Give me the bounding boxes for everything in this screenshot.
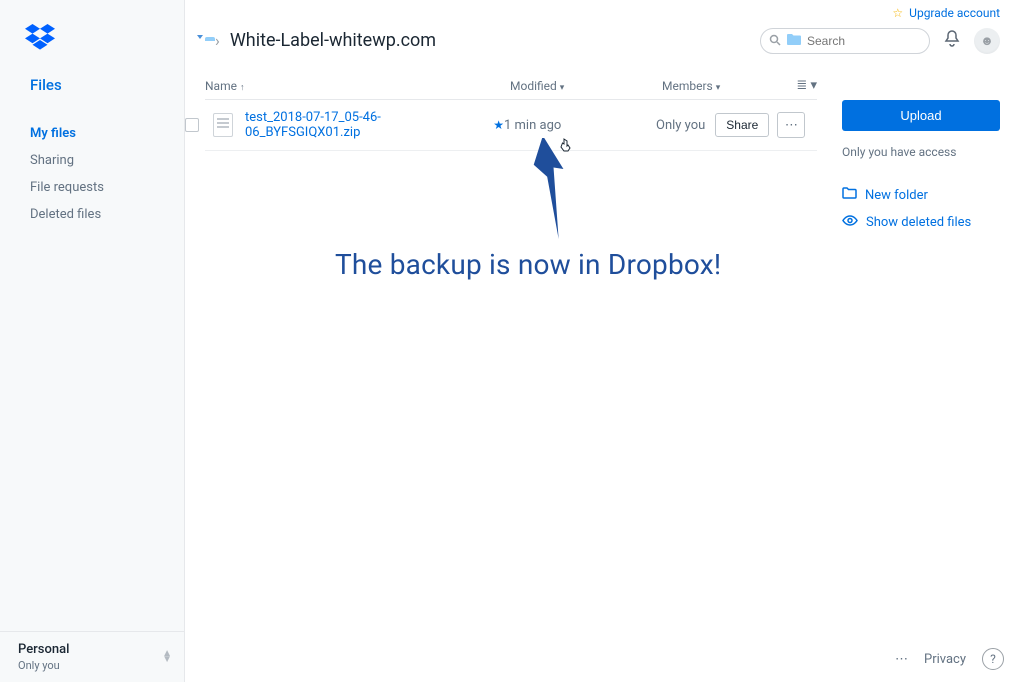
new-folder-label: New folder <box>865 188 928 203</box>
footer: ⋯ Privacy ? <box>895 648 1004 670</box>
share-button[interactable]: Share <box>715 113 769 137</box>
access-text: Only you have access <box>842 145 1000 159</box>
more-button[interactable]: ⋯ <box>777 112 805 138</box>
sidebar-item-deleted-files[interactable]: Deleted files <box>0 201 184 228</box>
file-modified: 1 min ago <box>504 118 656 133</box>
breadcrumb: › White-Label-whitewp.com <box>205 30 436 51</box>
sidebar-item-sharing[interactable]: Sharing <box>0 147 184 174</box>
file-name[interactable]: test_2018-07-17_05-46-06_BYFSGIQX01.zip <box>245 110 485 140</box>
column-name[interactable]: Name↑ <box>205 79 510 93</box>
sidebar-section-files[interactable]: Files <box>0 66 184 104</box>
column-modified[interactable]: Modified▾ <box>510 79 662 93</box>
table-row[interactable]: test_2018-07-17_05-46-06_BYFSGIQX01.zip … <box>205 100 817 151</box>
sidebar-item-my-files[interactable]: My files <box>0 120 184 147</box>
upgrade-link[interactable]: ☆ Upgrade account <box>892 6 1000 20</box>
sidebar-nav: My files Sharing File requests Deleted f… <box>0 120 184 228</box>
help-icon[interactable]: ? <box>982 648 1004 670</box>
star-icon[interactable]: ★ <box>493 118 504 132</box>
footer-more-icon[interactable]: ⋯ <box>895 652 908 667</box>
dropbox-logo[interactable] <box>0 0 184 66</box>
account-name: Personal <box>18 642 69 657</box>
row-checkbox[interactable] <box>185 118 199 132</box>
search-box[interactable] <box>760 28 930 54</box>
folder-icon <box>787 34 801 48</box>
chevron-updown-icon: ▲▼ <box>162 651 172 663</box>
topbar-controls: ☻ <box>760 28 1000 54</box>
list-view-toggle[interactable]: ≣ ▾ <box>796 78 817 93</box>
account-subtext: Only you <box>18 659 69 672</box>
new-folder-action[interactable]: New folder <box>842 181 1000 209</box>
avatar[interactable]: ☻ <box>974 28 1000 54</box>
chevron-down-icon: ▾ <box>716 83 721 93</box>
folder-icon <box>842 187 857 203</box>
upload-button[interactable]: Upload <box>842 100 1000 131</box>
file-members: Only you <box>656 118 705 133</box>
star-icon: ☆ <box>892 6 903 20</box>
file-list: Name↑ Modified▾ Members▾ ≣ ▾ test_2018-0… <box>205 74 817 151</box>
bell-icon[interactable] <box>944 30 960 52</box>
search-icon <box>769 34 781 49</box>
zip-file-icon <box>213 113 233 137</box>
account-switcher[interactable]: Personal Only you ▲▼ <box>0 631 184 682</box>
breadcrumb-current: White-Label-whitewp.com <box>230 30 436 51</box>
show-deleted-action[interactable]: Show deleted files <box>842 209 1000 236</box>
annotation-arrow-icon <box>530 138 580 252</box>
chevron-down-icon: ▾ <box>560 83 565 93</box>
sort-asc-icon: ↑ <box>240 83 245 93</box>
sidebar-item-file-requests[interactable]: File requests <box>0 174 184 201</box>
eye-icon <box>842 215 858 230</box>
show-deleted-label: Show deleted files <box>866 215 971 230</box>
ellipsis-icon: ⋯ <box>785 118 798 133</box>
privacy-link[interactable]: Privacy <box>924 652 966 667</box>
right-panel: Upload Only you have access New folder S… <box>842 100 1000 236</box>
sidebar: Files My files Sharing File requests Del… <box>0 0 185 682</box>
column-headers: Name↑ Modified▾ Members▾ ≣ ▾ <box>205 74 817 100</box>
chevron-right-icon: › <box>215 31 220 50</box>
search-input[interactable] <box>807 34 962 48</box>
upgrade-label: Upgrade account <box>909 6 1000 20</box>
column-members[interactable]: Members▾ <box>662 79 796 93</box>
annotation-text: The backup is now in Dropbox! <box>335 248 721 281</box>
